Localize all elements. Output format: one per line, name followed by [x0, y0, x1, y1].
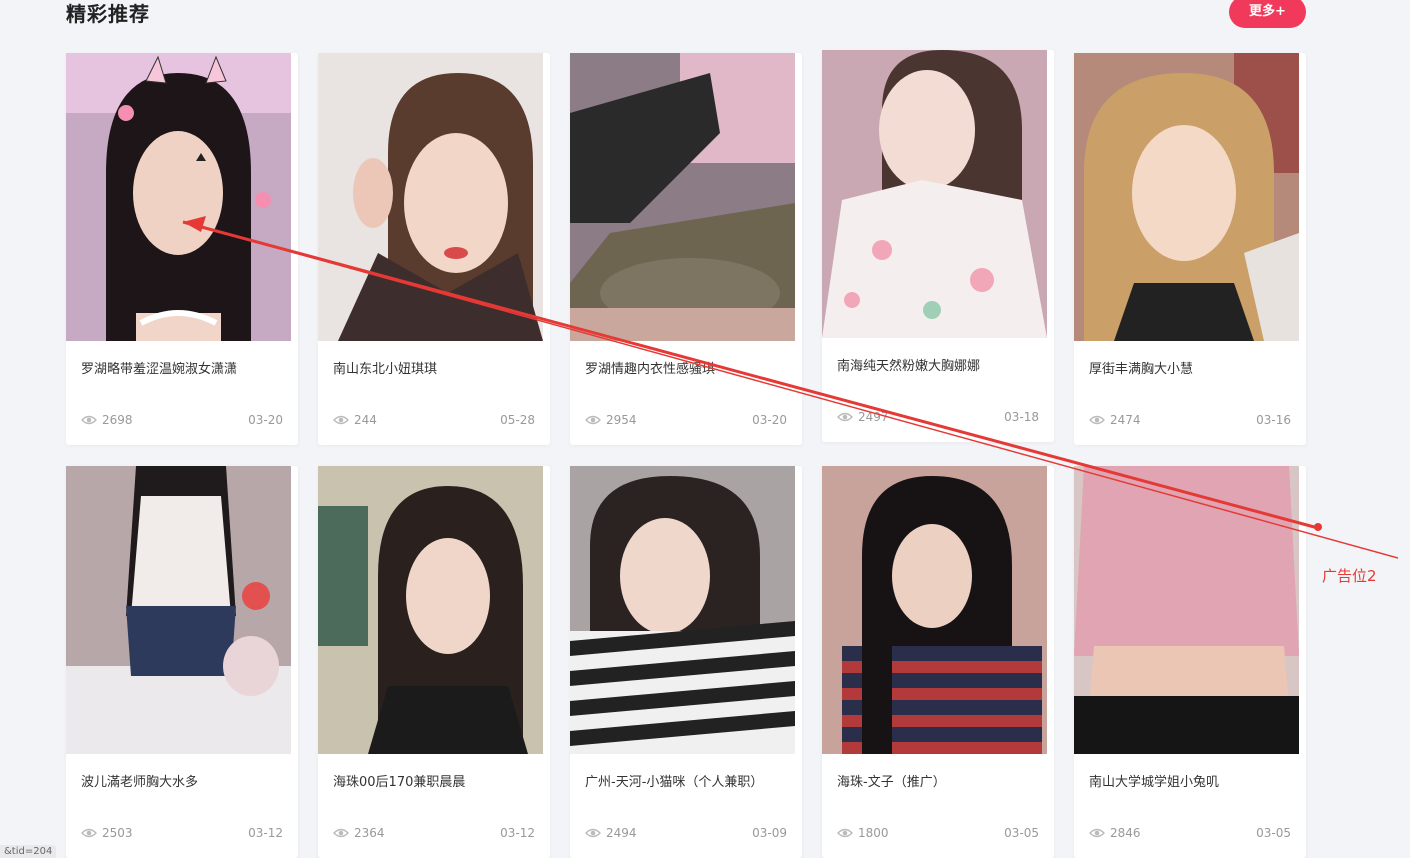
view-count: 2698 — [81, 413, 133, 427]
card[interactable]: 波儿滿老师胸大水多 2503 03-12 — [66, 466, 298, 858]
card[interactable]: 罗湖略带羞涩温婉淑女潇潇 2698 03-20 — [66, 53, 298, 445]
more-button[interactable]: 更多+ — [1229, 0, 1306, 28]
photo-woman-floral-shirt[interactable] — [822, 50, 1047, 338]
card-title[interactable]: 南山东北小妞琪琪 — [333, 358, 538, 377]
photo-woman-curly-hair[interactable] — [1074, 53, 1299, 341]
card[interactable]: 南山大学城学姐小兔叽 2846 03-05 — [1074, 466, 1306, 858]
card[interactable]: 南海纯天然粉嫩大胸娜娜 2497 03-18 — [822, 50, 1054, 442]
photo-pink-crop-top[interactable] — [1074, 466, 1299, 754]
view-count-value: 2497 — [858, 410, 889, 424]
card-title[interactable]: 波儿滿老师胸大水多 — [81, 771, 286, 790]
eye-icon — [1089, 828, 1105, 838]
status-url: &tid=204 — [0, 845, 57, 858]
post-date: 03-12 — [500, 826, 535, 840]
card-title[interactable]: 海珠00后170兼职晨晨 — [333, 771, 538, 790]
view-count-value: 2846 — [1110, 826, 1141, 840]
view-count: 2494 — [585, 826, 637, 840]
view-count-value: 2698 — [102, 413, 133, 427]
view-count: 2497 — [837, 410, 889, 424]
post-date: 05-28 — [500, 413, 535, 427]
section-title: 精彩推荐 — [66, 2, 150, 26]
post-date: 03-12 — [248, 826, 283, 840]
eye-icon — [1089, 415, 1105, 425]
eye-icon — [333, 828, 349, 838]
photo-woman-white-top[interactable] — [66, 466, 291, 754]
card-title[interactable]: 厚街丰满胸大小慧 — [1089, 358, 1294, 377]
photo-woman-cat-ears[interactable] — [66, 53, 291, 341]
card-title[interactable]: 南海纯天然粉嫩大胸娜娜 — [837, 355, 1042, 374]
view-count: 2364 — [333, 826, 385, 840]
photo-woman-red-stripes[interactable] — [822, 466, 1047, 754]
view-count-value: 2954 — [606, 413, 637, 427]
eye-icon — [837, 828, 853, 838]
eye-icon — [585, 415, 601, 425]
post-date: 03-20 — [752, 413, 787, 427]
view-count-value: 2503 — [102, 826, 133, 840]
view-count-value: 2474 — [1110, 413, 1141, 427]
card-title[interactable]: 罗湖略带羞涩温婉淑女潇潇 — [81, 358, 286, 377]
photo-woman-selfie[interactable] — [318, 53, 543, 341]
annotation-label: 广告位2 — [1322, 567, 1377, 585]
photo-woman-striped-shirt[interactable] — [570, 466, 795, 754]
card-title[interactable]: 广州-天河-小猫咪（个人兼职） — [585, 771, 790, 790]
post-date: 03-20 — [248, 413, 283, 427]
view-count-value: 2364 — [354, 826, 385, 840]
annotation-dot — [1314, 523, 1322, 531]
post-date: 03-05 — [1256, 826, 1291, 840]
view-count: 1800 — [837, 826, 889, 840]
card[interactable]: 广州-天河-小猫咪（个人兼职） 2494 03-09 — [570, 466, 802, 858]
view-count: 2474 — [1089, 413, 1141, 427]
eye-icon — [81, 828, 97, 838]
view-count: 2503 — [81, 826, 133, 840]
view-count-value: 2494 — [606, 826, 637, 840]
card-title[interactable]: 海珠-文子（推广） — [837, 771, 1042, 790]
card[interactable]: 海珠-文子（推广） 1800 03-05 — [822, 466, 1054, 858]
card[interactable]: 南山东北小妞琪琪 244 05-28 — [318, 53, 550, 445]
photo-fishnet-legs[interactable] — [570, 53, 795, 341]
card[interactable]: 海珠00后170兼职晨晨 2364 03-12 — [318, 466, 550, 858]
card[interactable]: 罗湖情趣内衣性感骚琪 2954 03-20 — [570, 53, 802, 445]
card-title[interactable]: 罗湖情趣内衣性感骚琪 — [585, 358, 790, 377]
eye-icon — [81, 415, 97, 425]
post-date: 03-05 — [1004, 826, 1039, 840]
view-count-value: 244 — [354, 413, 377, 427]
post-date: 03-18 — [1004, 410, 1039, 424]
post-date: 03-16 — [1256, 413, 1291, 427]
eye-icon — [585, 828, 601, 838]
view-count: 2846 — [1089, 826, 1141, 840]
view-count: 244 — [333, 413, 377, 427]
card[interactable]: 厚街丰满胸大小慧 2474 03-16 — [1074, 53, 1306, 445]
photo-woman-long-hair[interactable] — [318, 466, 543, 754]
post-date: 03-09 — [752, 826, 787, 840]
eye-icon — [333, 415, 349, 425]
card-title[interactable]: 南山大学城学姐小兔叽 — [1089, 771, 1294, 790]
view-count-value: 1800 — [858, 826, 889, 840]
view-count: 2954 — [585, 413, 637, 427]
eye-icon — [837, 412, 853, 422]
